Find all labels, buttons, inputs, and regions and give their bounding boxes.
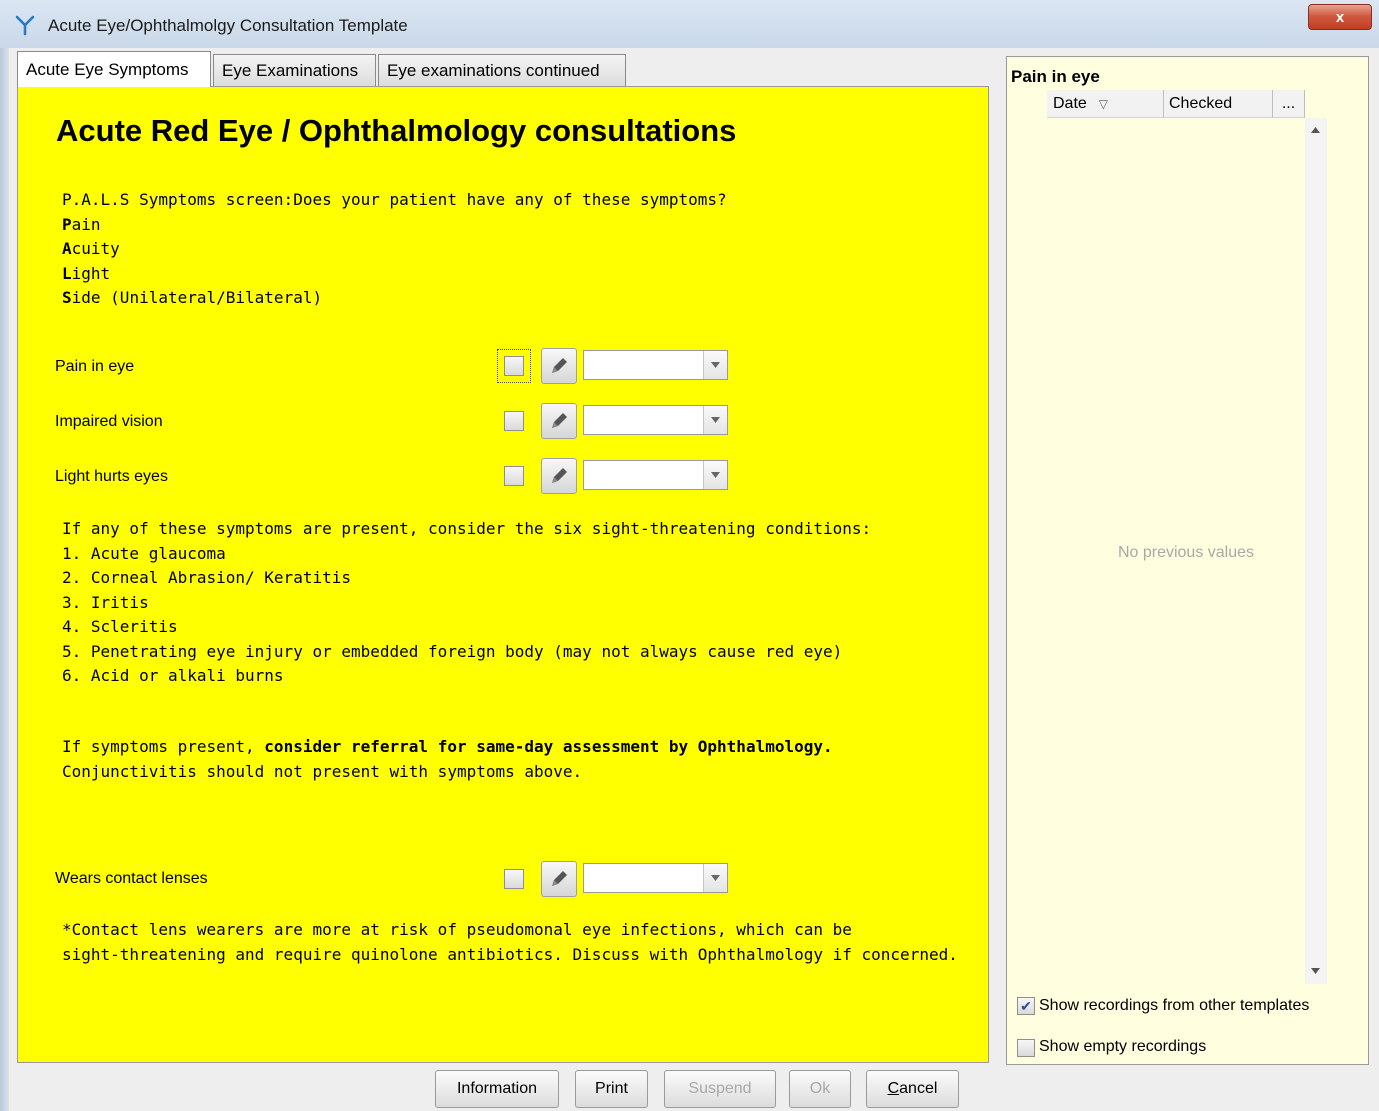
chevron-down-icon[interactable] [703, 406, 727, 434]
column-label: Date [1053, 95, 1087, 112]
pencil-icon [552, 871, 567, 886]
pals-initial: S [62, 288, 72, 307]
pals-rest: cuity [71, 239, 120, 258]
page-heading: Acute Red Eye / Ophthalmology consultati… [56, 113, 737, 148]
show-other-templates-checkbox[interactable]: ✔ [1017, 997, 1035, 1015]
referral-emphasis: consider referral for same-day assessmen… [264, 737, 833, 756]
close-button[interactable]: x [1308, 4, 1372, 30]
information-button[interactable]: Information [435, 1070, 559, 1108]
button-label-rest: ancel [899, 1080, 938, 1097]
close-icon: x [1335, 8, 1345, 26]
wears-contact-lenses-select[interactable] [583, 863, 728, 893]
impaired-vision-edit-button[interactable] [541, 403, 577, 439]
impaired-vision-label: Impaired vision [55, 413, 163, 430]
pencil-icon [552, 358, 567, 373]
button-label: Print [595, 1080, 628, 1097]
wears-contact-lenses-label: Wears contact lenses [55, 870, 208, 887]
wears-contact-lenses-checkbox[interactable] [504, 869, 524, 889]
contact-note-line: *Contact lens wearers are more at risk o… [62, 920, 852, 939]
symptoms-panel: Acute Red Eye / Ophthalmology consultati… [17, 86, 989, 1063]
ok-button[interactable]: Ok [789, 1070, 851, 1108]
referral-note: Conjunctivitis should not present with s… [62, 761, 583, 781]
pals-intro: P.A.L.S Symptoms screen:Does your patien… [62, 190, 727, 209]
pencil-icon [552, 468, 567, 483]
print-button[interactable]: Print [575, 1070, 648, 1108]
pals-initial: L [62, 263, 72, 283]
suspend-button[interactable]: Suspend [664, 1070, 776, 1108]
window-title: Acute Eye/Ophthalmolgy Consultation Temp… [48, 16, 408, 35]
contact-note-line: sight-threatening and require quinolone … [62, 944, 958, 964]
tab-label: Eye examinations continued [387, 60, 600, 80]
scroll-down-icon[interactable] [1311, 968, 1320, 974]
button-label: Information [456, 1080, 538, 1097]
impaired-vision-checkbox[interactable] [504, 411, 524, 431]
show-empty-recordings-label: Show empty recordings [1039, 1038, 1207, 1055]
mnemonic: C [887, 1080, 900, 1097]
button-label: Ok [809, 1080, 831, 1097]
scroll-up-icon[interactable] [1311, 127, 1320, 133]
light-hurts-eyes-label: Light hurts eyes [55, 468, 168, 485]
conditions-intro: If any of these symptoms are present, co… [62, 519, 872, 538]
light-hurts-eyes-edit-button[interactable] [541, 458, 577, 494]
more-icon: ... [1281, 95, 1296, 112]
pals-rest: ide (Unilateral/Bilateral) [71, 288, 323, 307]
chevron-down-icon[interactable] [703, 461, 727, 489]
chevron-down-icon[interactable] [703, 864, 727, 892]
button-label: Cancel [888, 1080, 938, 1098]
chevron-down-icon[interactable] [703, 351, 727, 379]
condition-item: 1. Acute glaucoma [62, 543, 226, 563]
pals-initial: A [62, 239, 72, 258]
wears-contact-lenses-edit-button[interactable] [541, 861, 577, 897]
title-bar: Acute Eye/Ophthalmolgy Consultation Temp… [0, 0, 1379, 48]
referral-block: If symptoms present, consider referral f… [62, 735, 833, 784]
history-grid-header: Date ▽ Checked ... [1047, 90, 1305, 118]
condition-item: 6. Acid or alkali burns [62, 666, 284, 685]
light-hurts-eyes-checkbox[interactable] [504, 466, 524, 486]
pain-in-eye-label: Pain in eye [55, 358, 135, 375]
column-date[interactable]: Date ▽ [1047, 90, 1164, 118]
condition-item: 3. Iritis [62, 592, 149, 612]
pain-in-eye-edit-button[interactable] [541, 348, 577, 384]
show-empty-recordings-checkbox[interactable] [1017, 1039, 1035, 1057]
checkmark-icon: ✔ [1020, 998, 1032, 1014]
contact-lens-note: *Contact lens wearers are more at risk o… [62, 918, 958, 967]
impaired-vision-select[interactable] [583, 405, 728, 435]
pals-rest: ight [71, 263, 111, 283]
cancel-button[interactable]: Cancel [866, 1070, 959, 1108]
column-label: Checked [1169, 95, 1233, 112]
tab-eye-examinations[interactable]: Eye Examinations [213, 54, 376, 86]
pals-rest: ain [71, 214, 101, 234]
window-client-area: Acute Eye Symptoms Eye Examinations Eye … [9, 48, 1379, 1111]
pain-in-eye-checkbox[interactable] [504, 356, 524, 376]
condition-item: 5. Penetrating eye injury or embedded fo… [62, 641, 843, 661]
pencil-icon [552, 413, 567, 428]
tab-label: Eye Examinations [222, 60, 359, 80]
referral-prefix: If symptoms present, [62, 737, 265, 756]
condition-item: 2. Corneal Abrasion/ Keratitis [62, 568, 351, 587]
button-label: Suspend [688, 1080, 752, 1097]
show-other-templates-label: Show recordings from other templates [1039, 997, 1310, 1014]
column-more-button[interactable]: ... [1273, 90, 1305, 118]
tab-acute-eye-symptoms[interactable]: Acute Eye Symptoms [17, 51, 211, 87]
conditions-block: If any of these symptoms are present, co… [62, 517, 871, 689]
condition-item: 4. Scleritis [62, 617, 178, 636]
sort-icon: ▽ [1098, 97, 1109, 111]
pals-initial: P [62, 214, 72, 234]
pals-block: P.A.L.S Symptoms screen:Does your patien… [62, 188, 727, 311]
window-left-edge [0, 0, 9, 1111]
tab-label: Acute Eye Symptoms [26, 59, 189, 79]
history-panel: Pain in eye Date ▽ Checked ... No previo… [1006, 56, 1369, 1065]
column-checked[interactable]: Checked [1164, 90, 1273, 118]
tab-eye-examinations-continued[interactable]: Eye examinations continued [378, 54, 626, 86]
empty-state-text: No previous values [1117, 544, 1255, 561]
history-title: Pain in eye [1011, 67, 1100, 86]
light-hurts-eyes-select[interactable] [583, 460, 728, 490]
pain-in-eye-select[interactable] [583, 350, 728, 380]
app-logo-icon [15, 15, 35, 36]
